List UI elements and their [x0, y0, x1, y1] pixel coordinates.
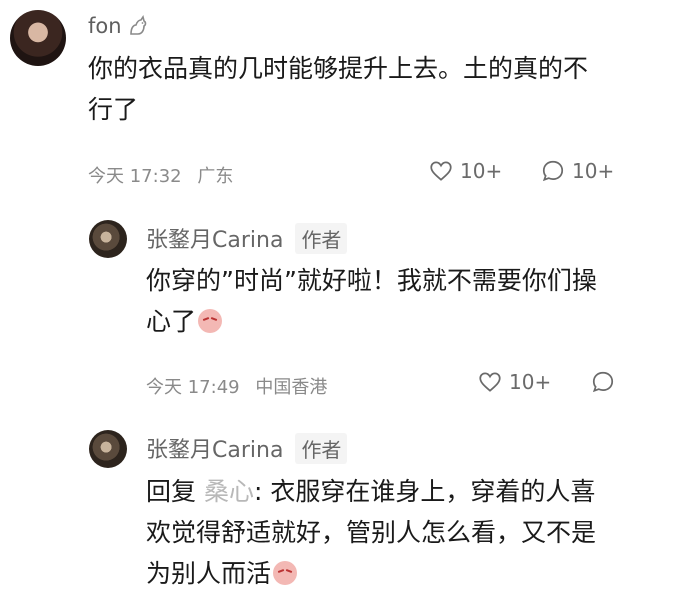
reply-location: 中国香港: [255, 377, 328, 398]
username[interactable]: 张鍪月Carina: [146, 432, 283, 464]
reply-text-line: 心了: [146, 301, 597, 342]
like-button[interactable]: 10+: [477, 369, 551, 395]
reply-header: 张鍪月Carina 作者: [146, 222, 348, 254]
comment-bubble-icon: [540, 158, 566, 184]
comment-location: 广东: [197, 166, 234, 187]
heart-icon: [477, 369, 503, 395]
reply-text-line: 为别人而活: [146, 553, 596, 594]
smirk-emoji-icon: [198, 309, 223, 333]
reply-text-fragment: : 衣服穿在谁身上，穿着的人喜: [253, 477, 596, 506]
author-badge: 作者: [295, 222, 348, 254]
reply-meta: 今天 17:49 中国香港: [146, 373, 327, 399]
comment-text-line: 行了: [88, 95, 139, 124]
reply-count: 10+: [572, 159, 615, 183]
reply-text-line: 欢觉得舒适就好，管别人怎么看，又不是: [146, 518, 597, 547]
reply-text: 你穿的”时尚”就好啦！我就不需要你们操 心了: [146, 260, 597, 342]
like-count: 10+: [509, 370, 552, 394]
reply-prefix: 回复: [146, 477, 197, 506]
heart-icon: [428, 158, 454, 184]
username[interactable]: fon: [88, 14, 122, 38]
comment-meta: 今天 17:32 广东: [88, 162, 233, 188]
avatar[interactable]: [10, 10, 66, 66]
comment-header: fon: [88, 14, 150, 38]
reply-header: 张鍪月Carina 作者: [146, 432, 348, 464]
avatar[interactable]: [89, 220, 127, 258]
reply-text: 回复 桑心: 衣服穿在谁身上，穿着的人喜 欢觉得舒适就好，管别人怎么看，又不是 …: [146, 471, 596, 594]
reply-time: 今天 17:49: [146, 377, 240, 398]
reply-to-user[interactable]: 桑心: [204, 477, 254, 506]
cat-icon: [126, 14, 150, 38]
avatar[interactable]: [89, 430, 127, 468]
reply-text-line: 你穿的”时尚”就好啦！我就不需要你们操: [146, 266, 597, 295]
reply-text-line: 回复 桑心: 衣服穿在谁身上，穿着的人喜: [146, 471, 596, 512]
smirk-emoji-icon: [273, 561, 298, 585]
like-button[interactable]: 10+: [428, 158, 502, 184]
like-count: 10+: [460, 159, 503, 183]
comment-time: 今天 17:32: [88, 166, 182, 187]
comment-text: 你的衣品真的几时能够提升上去。土的真的不 行了: [88, 48, 588, 130]
username[interactable]: 张鍪月Carina: [146, 222, 283, 254]
reply-text-fragment: 为别人而活: [146, 559, 272, 588]
reply-button[interactable]: [590, 369, 616, 395]
comment-text-line: 你的衣品真的几时能够提升上去。土的真的不: [88, 54, 589, 83]
reply-text-fragment: 心了: [146, 307, 197, 336]
reply-button[interactable]: 10+: [540, 158, 614, 184]
comment-bubble-icon: [590, 369, 616, 395]
author-badge: 作者: [295, 432, 348, 464]
